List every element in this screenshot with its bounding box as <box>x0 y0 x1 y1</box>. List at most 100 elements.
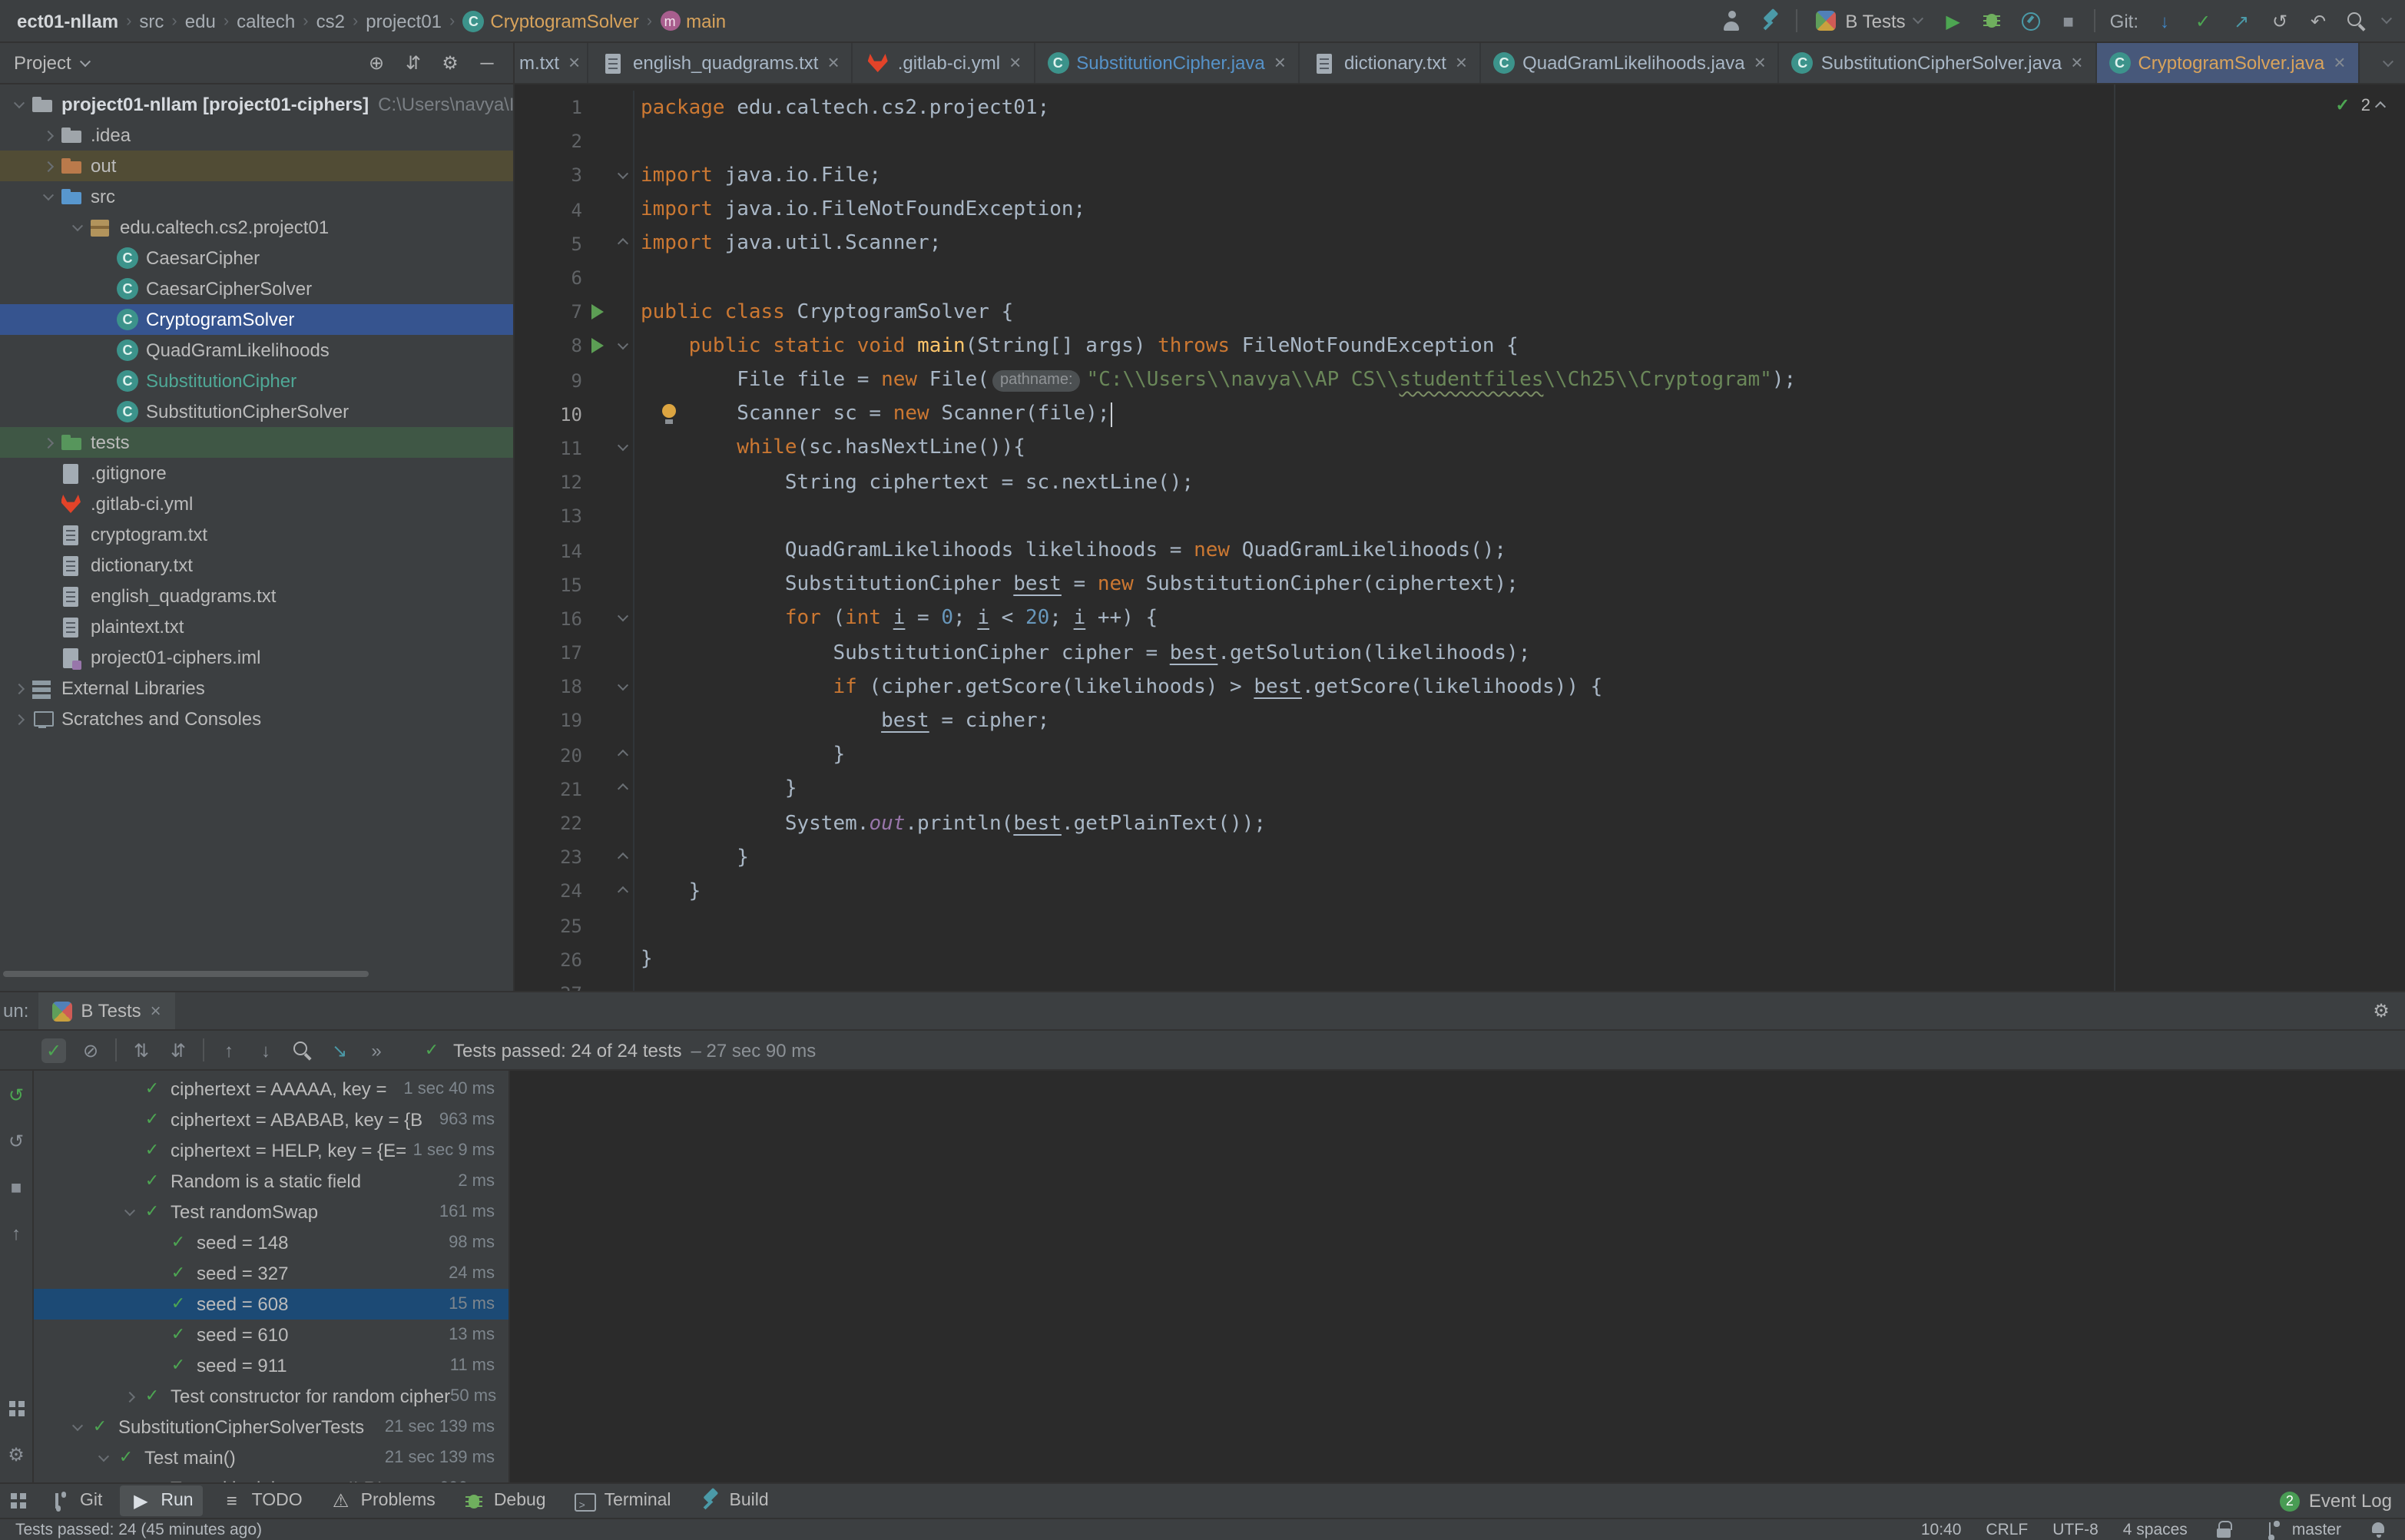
test-row[interactable]: ✓ciphertext = AAAAA, key =1 sec 40 ms <box>34 1074 508 1104</box>
code-text[interactable]: for (int i = 0; i < 20; i ++) { <box>633 602 2405 636</box>
test-runner-settings-icon[interactable]: ⚙ <box>4 1442 28 1467</box>
code-line-25[interactable]: 25 <box>515 909 2405 942</box>
import-test-results-icon[interactable]: ↘ <box>327 1038 352 1062</box>
code-line-3[interactable]: 3import java.io.File; <box>515 159 2405 193</box>
code-text[interactable]: best = cipher; <box>633 704 2405 738</box>
test-row[interactable]: ✓seed = 60815 ms <box>34 1289 508 1320</box>
tree-toggle[interactable] <box>66 224 88 231</box>
tree-toggle[interactable] <box>37 162 58 170</box>
tree-toggle[interactable] <box>37 193 58 200</box>
toolwindow-button-Terminal[interactable]: Terminal <box>563 1485 681 1516</box>
run-icon[interactable]: ▶ <box>1941 8 1966 33</box>
code-line-1[interactable]: 1package edu.caltech.cs2.project01; <box>515 91 2405 124</box>
close-tab-icon[interactable]: × <box>2071 54 2082 72</box>
breadcrumb-item[interactable]: project01 <box>361 8 446 33</box>
rerun-failed-tests-icon[interactable]: ↺ <box>4 1129 28 1154</box>
close-tab-icon[interactable]: × <box>1009 54 1021 72</box>
chevron-down-icon[interactable] <box>1913 13 1924 24</box>
test-row[interactable]: ✓Test constructor for random cipher50 ms <box>34 1381 508 1412</box>
test-row[interactable]: ✓seed = 32724 ms <box>34 1258 508 1289</box>
code-text[interactable]: public class CryptogramSolver { <box>633 295 2405 329</box>
search-everywhere-icon[interactable] <box>2344 8 2369 33</box>
fold-marker-icon[interactable] <box>618 784 628 795</box>
toolwindow-button-Run[interactable]: ▶Run <box>119 1485 202 1516</box>
editor-tab[interactable]: CSubstitutionCipher.java× <box>1035 43 1300 83</box>
git-commit-icon[interactable]: ✓ <box>2191 8 2215 33</box>
project-panel-title[interactable]: Project <box>14 52 71 74</box>
horizontal-scrollbar[interactable] <box>3 971 369 977</box>
code-text[interactable]: SubstitutionCipher best = new Substituti… <box>633 568 2405 601</box>
file-encoding-widget[interactable]: UTF-8 <box>2052 1521 2099 1539</box>
code-line-18[interactable]: 18 if (cipher.getScore(likelihoods) > be… <box>515 670 2405 704</box>
debug-icon[interactable] <box>1979 8 2004 33</box>
code-line-21[interactable]: 21 } <box>515 773 2405 806</box>
fold-marker-icon[interactable] <box>618 680 628 691</box>
breadcrumb-item[interactable]: CCryptogramSolver <box>458 8 643 33</box>
test-row[interactable]: ✓Test randomSwap161 ms <box>34 1197 508 1227</box>
tree-item-QuadGramLikelihoods[interactable]: CQuadGramLikelihoods <box>0 335 513 366</box>
tree-toggle[interactable] <box>8 101 29 108</box>
test-row[interactable]: ✓seed = 14898 ms <box>34 1227 508 1258</box>
code-line-22[interactable]: 22 System.out.println(best.getPlainText(… <box>515 806 2405 840</box>
chevron-down-icon[interactable] <box>81 55 91 66</box>
test-toggle[interactable] <box>118 1393 140 1400</box>
code-line-19[interactable]: 19 best = cipher; <box>515 704 2405 738</box>
tree-item-CryptogramSolver[interactable]: CCryptogramSolver <box>0 304 513 335</box>
breadcrumb-item[interactable]: ect01-nllam <box>12 8 123 33</box>
locate-file-icon[interactable]: ⊕ <box>364 51 389 75</box>
project-root-row[interactable]: project01-nllam [project01-ciphers]C:\Us… <box>0 89 513 120</box>
close-tab-icon[interactable]: × <box>1274 54 1286 72</box>
code-line-14[interactable]: 14 QuadGramLikelihoods likelihoods = new… <box>515 534 2405 568</box>
code-editor[interactable]: 1package edu.caltech.cs2.project01;23imp… <box>515 84 2405 991</box>
code-line-7[interactable]: 7public class CryptogramSolver { <box>515 295 2405 329</box>
chevron-down-icon[interactable] <box>2381 13 2392 24</box>
test-row[interactable]: ✓seed = 91111 ms <box>34 1350 508 1381</box>
test-toggle[interactable] <box>118 1208 140 1216</box>
editor-tab[interactable]: m.txt× <box>515 43 588 83</box>
tree-toggle[interactable] <box>8 715 29 723</box>
profiler-icon[interactable] <box>2018 8 2042 33</box>
code-line-4[interactable]: 4import java.io.FileNotFoundException; <box>515 193 2405 227</box>
test-row[interactable]: ✓Test main()21 sec 139 ms <box>34 1442 508 1473</box>
code-text[interactable]: System.out.println(best.getPlainText()); <box>633 806 2405 840</box>
run-configuration-selector[interactable]: B Tests <box>1811 8 1926 33</box>
code-text[interactable]: if (cipher.getScore(likelihoods) > best.… <box>633 670 2405 704</box>
build-project-icon[interactable] <box>1757 8 1782 33</box>
editor-tab[interactable]: CCryptogramSolver.java× <box>2096 43 2359 83</box>
chevron-up-icon[interactable] <box>2375 101 2386 111</box>
editor-tab[interactable]: .gitlab-ci.yml× <box>853 43 1035 83</box>
close-tab-icon[interactable]: × <box>1754 54 1766 72</box>
navigate-with-single-click-icon[interactable] <box>290 1038 315 1062</box>
tree-item-dictionary.txt[interactable]: dictionary.txt <box>0 550 513 581</box>
breadcrumb-item[interactable]: src <box>134 8 168 33</box>
code-line-27[interactable]: 27 <box>515 977 2405 991</box>
test-row[interactable]: ✓seed = 61013 ms <box>34 1320 508 1350</box>
code-line-2[interactable]: 2 <box>515 124 2405 158</box>
tree-toggle[interactable] <box>37 131 58 139</box>
show-ignored-icon[interactable]: ⊘ <box>78 1038 103 1062</box>
code-text[interactable]: public static void main(String[] args) t… <box>633 330 2405 363</box>
indent-style-widget[interactable]: 4 spaces <box>2123 1521 2188 1539</box>
code-text[interactable] <box>633 261 2405 295</box>
tree-item-out[interactable]: out <box>0 151 513 181</box>
show-hidden-tabs-icon[interactable] <box>2383 55 2393 66</box>
code-text[interactable]: import java.io.File; <box>633 159 2405 193</box>
project-panel-settings-icon[interactable]: ⚙ <box>438 51 462 75</box>
fold-marker-icon[interactable] <box>618 611 628 622</box>
stop-process-icon[interactable]: ■ <box>4 1175 28 1200</box>
code-line-6[interactable]: 6 <box>515 261 2405 295</box>
code-line-24[interactable]: 24 } <box>515 875 2405 909</box>
editor-tab[interactable]: CSubstitutionCipherSolver.java× <box>1780 43 2097 83</box>
test-row[interactable]: ✓ciphertext = ABABAB, key = {B963 ms <box>34 1104 508 1135</box>
code-text[interactable]: } <box>633 840 2405 874</box>
code-text[interactable]: Scanner sc = new Scanner(file); <box>633 397 2405 431</box>
tree-item-.idea[interactable]: .idea <box>0 120 513 151</box>
more-toolbar-options-icon[interactable]: » <box>364 1038 389 1062</box>
tree-toggle[interactable] <box>37 439 58 446</box>
toolwindow-button-Debug[interactable]: Debug <box>452 1485 555 1516</box>
show-passed-icon[interactable]: ✓ <box>41 1038 66 1062</box>
code-text[interactable]: } <box>633 738 2405 772</box>
test-row[interactable]: ✓Test with ciphertext = ILRI606 ms <box>34 1473 508 1482</box>
run-panel-settings-icon[interactable]: ⚙ <box>2369 999 2393 1023</box>
code-text[interactable] <box>633 500 2405 534</box>
